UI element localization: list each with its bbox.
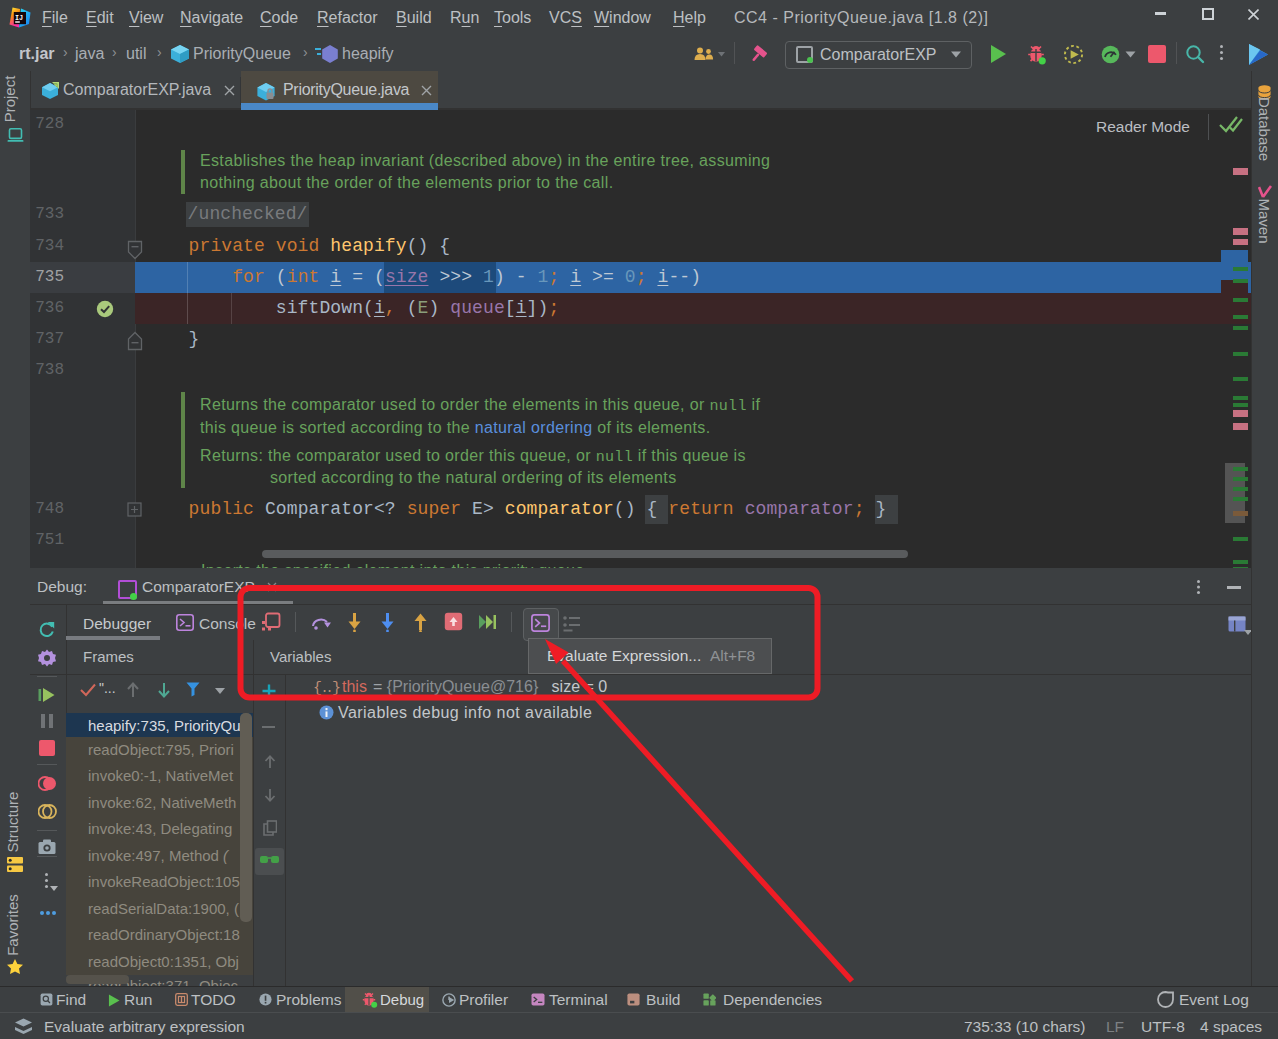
- svg-text:IJ: IJ: [15, 14, 23, 22]
